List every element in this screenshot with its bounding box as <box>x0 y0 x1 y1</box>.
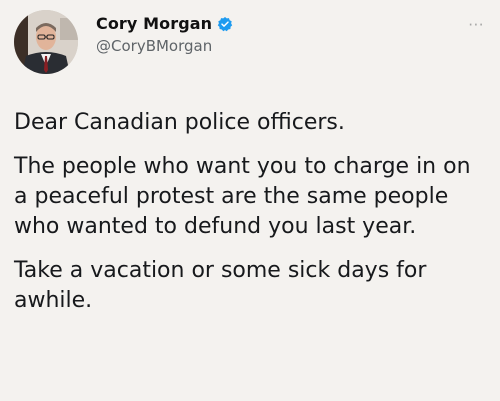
author-info: Cory Morgan @CoryBMorgan <box>96 14 233 55</box>
tweet-paragraph: The people who want you to charge in on … <box>14 154 471 239</box>
avatar[interactable] <box>14 10 78 74</box>
tweet-text: Dear Canadian police officers. The peopl… <box>14 108 486 316</box>
avatar-image <box>14 10 78 74</box>
tweet-paragraph: Dear Canadian police officers. <box>14 110 345 135</box>
tweet-header: Cory Morgan @CoryBMorgan ··· <box>14 10 486 80</box>
tweet-paragraph: Take a vacation or some sick days for aw… <box>14 258 427 313</box>
verified-badge-icon <box>217 16 233 32</box>
tweet-card: Cory Morgan @CoryBMorgan ··· Dear Canadi… <box>0 0 500 401</box>
author-handle[interactable]: @CoryBMorgan <box>96 37 233 55</box>
author-display-name[interactable]: Cory Morgan <box>96 14 212 33</box>
author-name-row: Cory Morgan <box>96 14 233 33</box>
more-options-icon[interactable]: ··· <box>468 16 484 34</box>
